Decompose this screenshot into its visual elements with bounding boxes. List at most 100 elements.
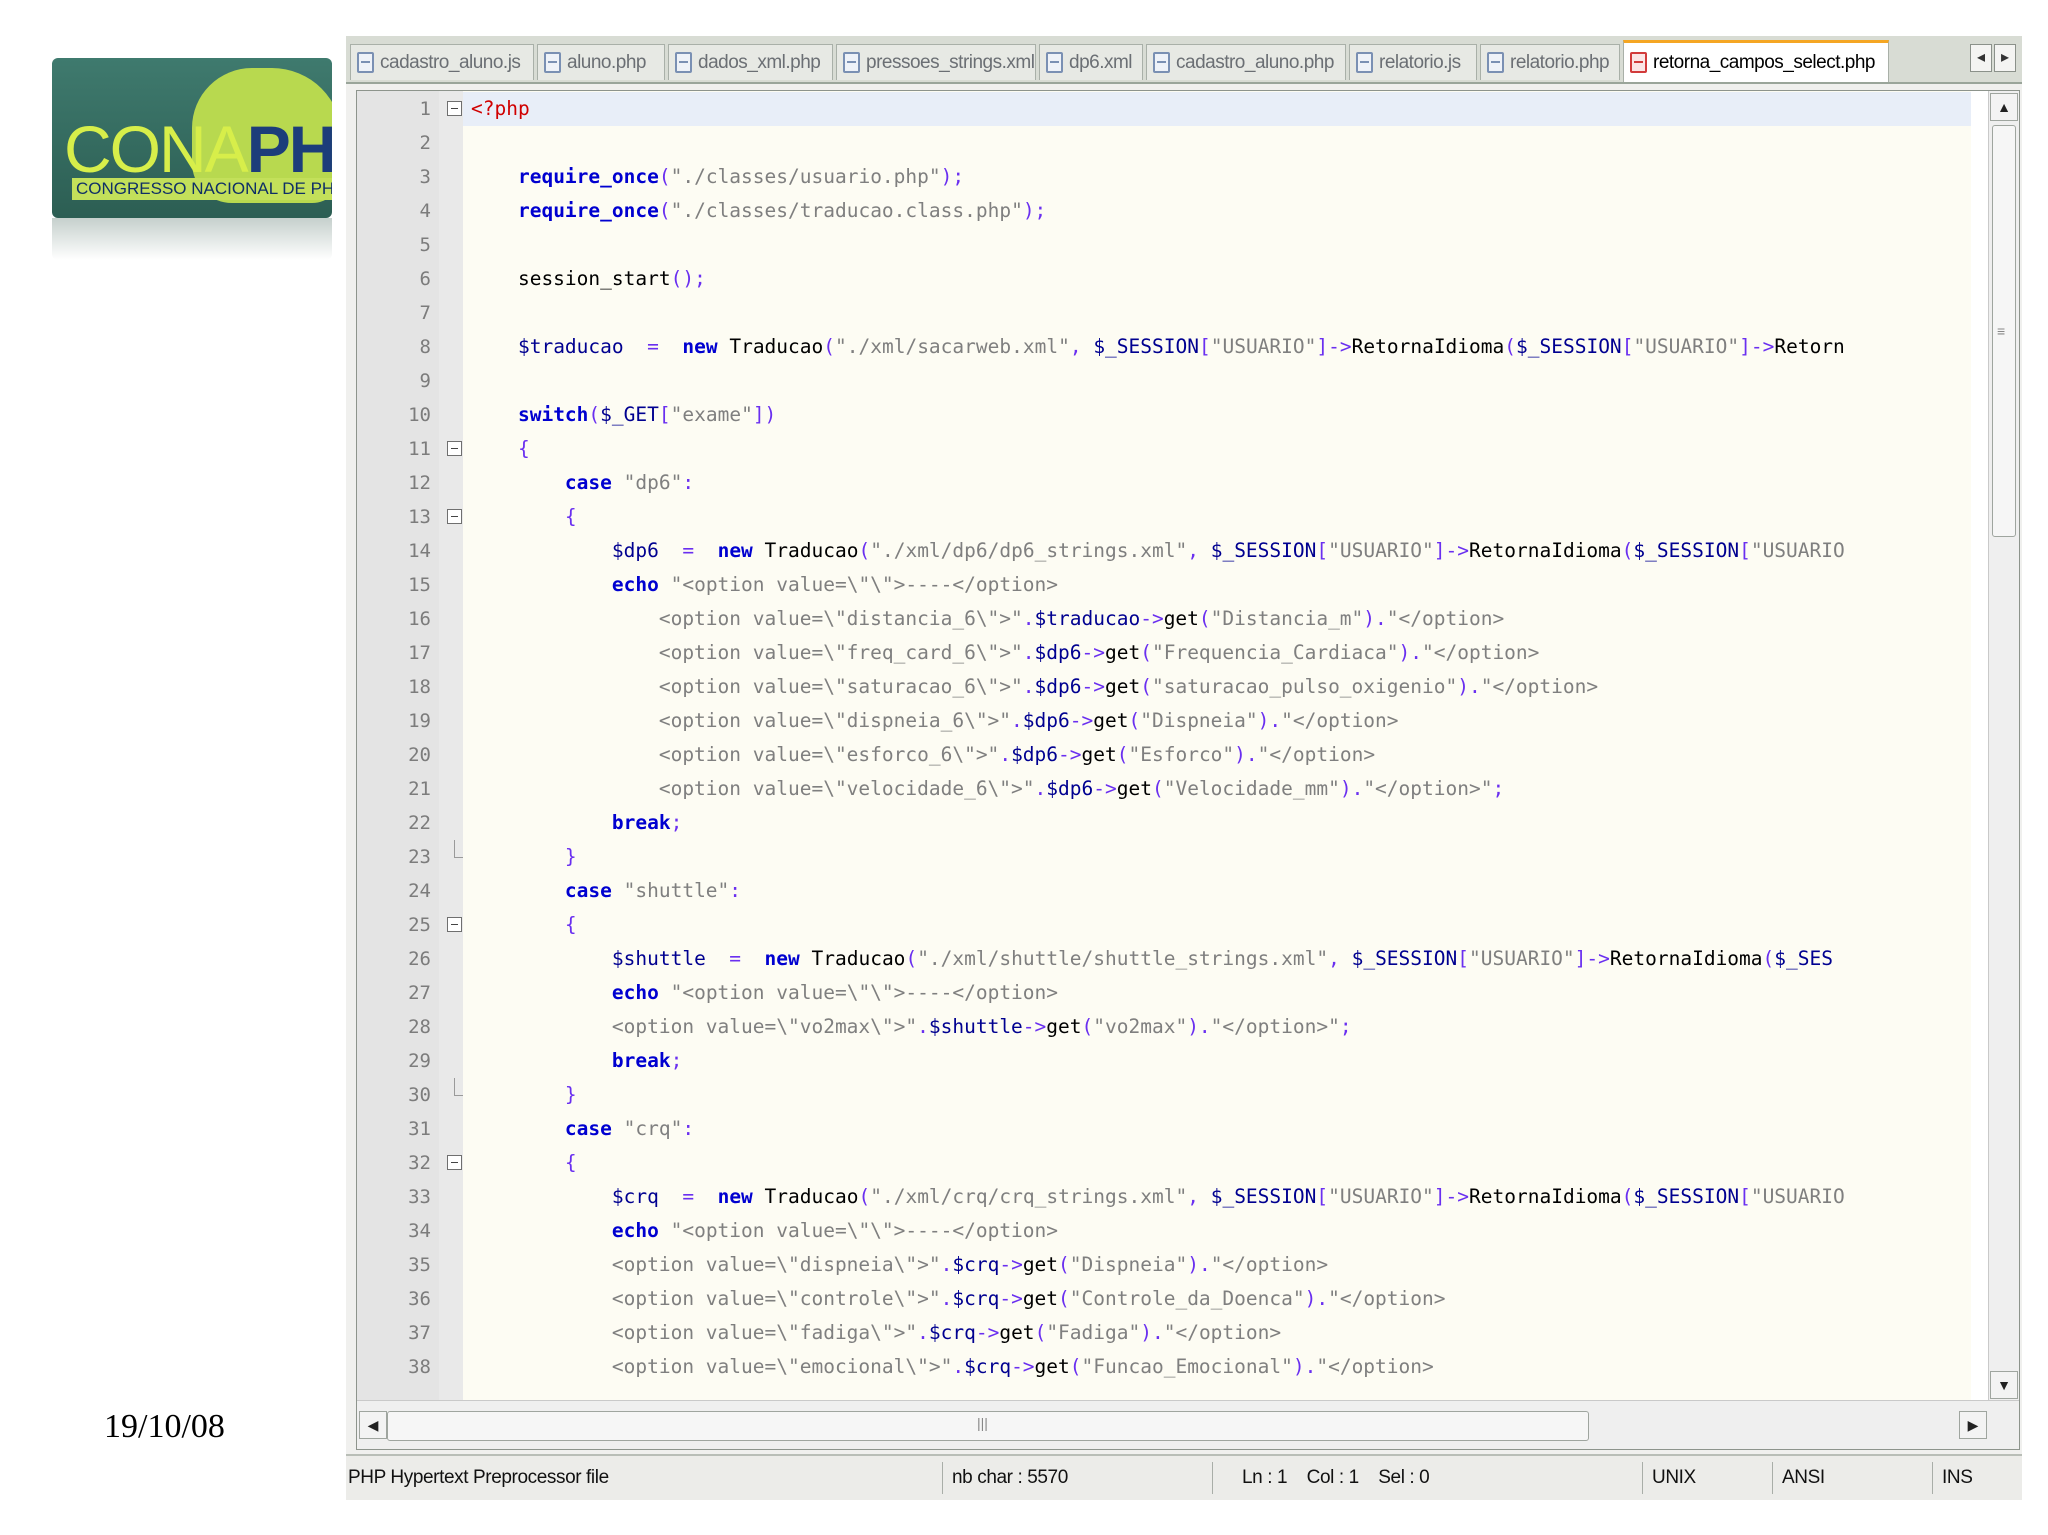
tab-cadastro-aluno-php[interactable]: cadastro_aluno.php — [1146, 44, 1346, 80]
code-line[interactable]: 11 { — [357, 432, 1971, 466]
line-number: 25 — [408, 914, 431, 936]
code-line[interactable]: 21 <option value=\"velocidade_6\">".$dp6… — [357, 772, 1971, 806]
code-token: require_once — [517, 199, 659, 222]
code-line[interactable]: 31 case "crq": — [357, 1112, 1971, 1146]
code-line[interactable]: 35 <option value=\"dispneia\">".$crq->ge… — [357, 1248, 1971, 1282]
code-token: "USUARIO" — [1328, 1185, 1434, 1208]
code-token: . — [917, 1015, 929, 1038]
tab-relatorio-php[interactable]: relatorio.php — [1480, 44, 1620, 80]
tab-aluno-php[interactable]: aluno.php — [537, 44, 665, 80]
code-line[interactable]: 22 break; — [357, 806, 1971, 840]
code-line[interactable]: 28 <option value=\"vo2max\">".$shuttle->… — [357, 1010, 1971, 1044]
code-token: "</option> — [1257, 743, 1376, 766]
code-token: . — [1022, 675, 1035, 698]
fold-toggle-icon[interactable] — [447, 509, 462, 524]
code-line[interactable]: 37 <option value=\"fadiga\">".$crq->get(… — [357, 1316, 1971, 1350]
code-line[interactable]: 8 $traducao = new Traducao("./xml/sacarw… — [357, 330, 1971, 364]
code-line[interactable]: 12 case "dp6": — [357, 466, 1971, 500]
code-text: echo "<option value=\"\">----</option> — [471, 976, 1058, 1010]
code-token: Retorn — [1774, 335, 1845, 358]
code-line[interactable]: 19 <option value=\"dispneia_6\">".$dp6->… — [357, 704, 1971, 738]
code-token: <option value=\"velocidade_6\">" — [471, 777, 1035, 800]
code-token: . — [1022, 607, 1035, 630]
fold-toggle-icon[interactable] — [447, 441, 462, 456]
code-token: break — [611, 811, 671, 834]
line-number: 24 — [408, 880, 431, 902]
code-line[interactable]: 7 — [357, 296, 1971, 330]
code-line[interactable]: 18 <option value=\"saturacao_6\">".$dp6-… — [357, 670, 1971, 704]
tab-retorna-campos-select-php[interactable]: retorna_campos_select.php — [1623, 40, 1889, 82]
code-token: <?php — [471, 97, 530, 120]
tab-dados-xml-php[interactable]: dados_xml.php — [668, 44, 833, 80]
code-line[interactable]: 13 { — [357, 500, 1971, 534]
code-line[interactable]: 10 switch($_GET["exame"]) — [357, 398, 1971, 432]
tab-dp6-xml[interactable]: dp6.xml — [1039, 44, 1143, 80]
code-line[interactable]: 26 $shuttle = new Traducao("./xml/shuttl… — [357, 942, 1971, 976]
code-line[interactable]: 6 session_start(); — [357, 262, 1971, 296]
code-line[interactable]: 23 } — [357, 840, 1971, 874]
code-text: $shuttle = new Traducao("./xml/shuttle/s… — [471, 942, 1833, 976]
code-line[interactable]: 36 <option value=\"controle\">".$crq->ge… — [357, 1282, 1971, 1316]
code-token: ( — [1128, 709, 1141, 732]
code-line[interactable]: 4 require_once("./classes/traducao.class… — [357, 194, 1971, 228]
code-token: "vo2max" — [1093, 1015, 1188, 1038]
status-insert-mode[interactable]: INS — [1942, 1456, 1973, 1500]
code-token: RetornaIdioma — [1469, 1185, 1622, 1208]
tab-pressoes-strings-xml[interactable]: pressoes_strings.xml — [836, 44, 1036, 80]
logo-reflection — [52, 218, 332, 260]
code-line[interactable]: 20 <option value=\"esforco_6\">".$dp6->g… — [357, 738, 1971, 772]
status-encoding[interactable]: ANSI — [1782, 1456, 1825, 1500]
status-eol-format[interactable]: UNIX — [1652, 1456, 1696, 1500]
line-number: 17 — [408, 642, 431, 664]
tab-relatorio-js[interactable]: relatorio.js — [1349, 44, 1477, 80]
code-editor[interactable]: 1 <?php 2 3 require_once("./classes/usuario… — [356, 90, 2020, 1450]
tab-cadastro-aluno-js[interactable]: cadastro_aluno.js — [350, 44, 534, 80]
code-token: : — [682, 1117, 695, 1140]
code-line[interactable]: 14 $dp6 = new Traducao("./xml/dp6/dp6_st… — [357, 534, 1971, 568]
code-token: $dp6 — [1034, 675, 1082, 698]
code-line[interactable]: 29 break; — [357, 1044, 1971, 1078]
code-line[interactable]: 17 <option value=\"freq_card_6\">".$dp6-… — [357, 636, 1971, 670]
scroll-right-button[interactable]: ▶ — [1959, 1411, 1987, 1439]
code-token: ). — [1292, 1355, 1317, 1378]
code-line[interactable]: 25 { — [357, 908, 1971, 942]
file-icon — [544, 52, 561, 73]
fold-toggle-icon[interactable] — [447, 101, 462, 116]
code-line[interactable]: 32 { — [357, 1146, 1971, 1180]
horizontal-scroll-thumb[interactable] — [387, 1411, 1589, 1441]
code-line[interactable]: 2 — [357, 126, 1971, 160]
fold-toggle-icon[interactable] — [447, 1155, 462, 1170]
code-token: } — [564, 1083, 577, 1106]
code-token: Traducao — [752, 539, 859, 562]
code-token: "<option value=\"\">----</option> — [658, 981, 1059, 1004]
code-line[interactable]: 38 <option value=\"emocional\">".$crq->g… — [357, 1350, 1971, 1384]
tab-scroll-right-button[interactable]: ▸ — [1994, 44, 2016, 72]
code-line[interactable]: 16 <option value=\"distancia_6\">".$trad… — [357, 602, 1971, 636]
code-token: $crq — [952, 1287, 1000, 1310]
code-text: <option value=\"emocional\">".$crq->get(… — [471, 1350, 1434, 1384]
fold-toggle-icon[interactable] — [447, 917, 462, 932]
scroll-up-button[interactable]: ▲ — [1990, 93, 2018, 121]
tab-scroll-left-button[interactable]: ◂ — [1970, 44, 1992, 72]
horizontal-scrollbar[interactable]: ◀ ||| ▶ — [357, 1400, 2019, 1449]
code-line[interactable]: 9 — [357, 364, 1971, 398]
code-token: ( — [1621, 1185, 1634, 1208]
code-line[interactable]: 34 echo "<option value=\"\">----</option… — [357, 1214, 1971, 1248]
code-token: $crq — [611, 1185, 659, 1208]
code-line[interactable]: 33 $crq = new Traducao("./xml/crq/crq_st… — [357, 1180, 1971, 1214]
code-line[interactable]: 1 <?php — [357, 92, 1971, 126]
code-line[interactable]: 5 — [357, 228, 1971, 262]
code-token: -> — [1081, 675, 1105, 698]
code-line[interactable]: 3 require_once("./classes/usuario.php"); — [357, 160, 1971, 194]
code-line[interactable]: 24 case "shuttle": — [357, 874, 1971, 908]
code-text: <option value=\"vo2max\">".$shuttle->get… — [471, 1010, 1352, 1044]
code-token: "Dispneia" — [1069, 1253, 1188, 1276]
code-line[interactable]: 15 echo "<option value=\"\">----</option… — [357, 568, 1971, 602]
scroll-down-button[interactable]: ▼ — [1990, 1371, 2018, 1399]
code-line[interactable]: 27 echo "<option value=\"\">----</option… — [357, 976, 1971, 1010]
scroll-left-button[interactable]: ◀ — [359, 1411, 387, 1439]
vertical-scrollbar[interactable]: ▲ ≡ ▼ — [1988, 91, 2019, 1401]
code-line[interactable]: 30 } — [357, 1078, 1971, 1112]
